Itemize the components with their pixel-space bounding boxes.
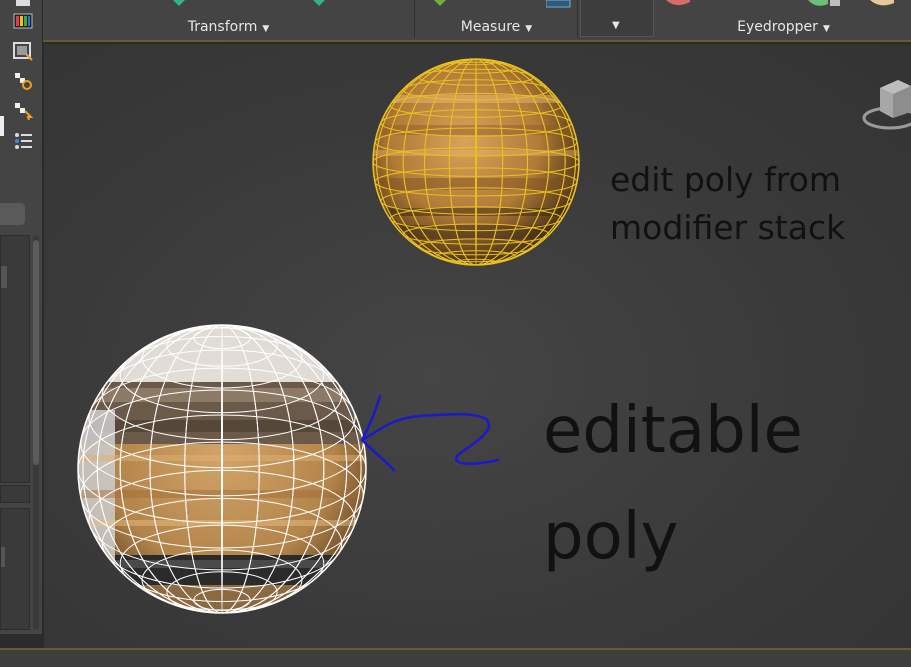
sphere-edit-poly-modifier[interactable]: [370, 58, 585, 266]
sphere-editable-poly[interactable]: [70, 324, 380, 625]
bottom-status-bar: [0, 648, 911, 667]
wireframe-longitude: [221, 325, 223, 613]
annotation-editable-poly: editable poly: [543, 394, 803, 574]
wireframe-longitude: [475, 59, 477, 265]
annotation-edit-poly-modifier: edit poly from modifier stack: [610, 160, 846, 247]
viewcube-icon[interactable]: [862, 80, 911, 130]
annotation-arrow: [360, 394, 500, 472]
